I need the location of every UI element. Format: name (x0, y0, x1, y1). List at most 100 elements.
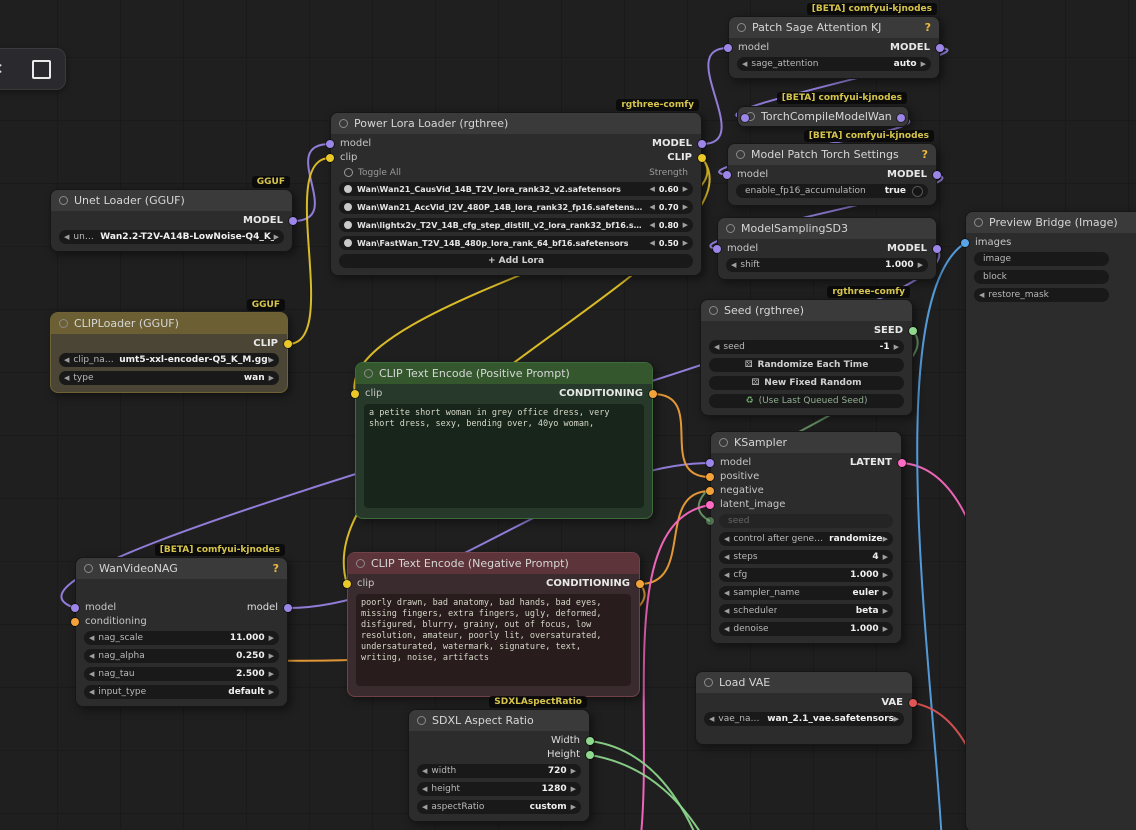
node-canvas[interactable]: ✕ [BETA] comfyui-kjnodes Patch Sage Atten… (0, 0, 1136, 830)
decrement-arrow[interactable]: ◀ (724, 607, 729, 615)
decrement-arrow[interactable]: ◀ (64, 374, 69, 382)
widget-seed[interactable]: ◀ seed -1 ▶ (709, 340, 904, 354)
decrement-arrow[interactable]: ◀ (724, 535, 729, 543)
collapse-dot[interactable] (737, 23, 746, 32)
decrement-arrow[interactable]: ◀ (724, 571, 729, 579)
output-port-model[interactable] (284, 604, 292, 612)
input-port-negative[interactable] (706, 487, 714, 495)
lora-toggle[interactable] (344, 185, 352, 193)
node-titlebar[interactable]: Power Lora Loader (rgthree) (331, 113, 701, 134)
node-titlebar[interactable]: CLIPLoader (GGUF) (51, 313, 287, 334)
node-titlebar[interactable]: CLIP Text Encode (Negative Prompt) (348, 553, 639, 574)
widget-vae-name[interactable]: ◀ vae_name wan_2.1_vae.safetensors ▶ (704, 712, 904, 726)
prompt-textarea[interactable]: poorly drawn, bad anatomy, bad hands, ba… (356, 594, 631, 686)
output-port-clip[interactable] (284, 340, 292, 348)
collapse-dot[interactable] (84, 564, 93, 573)
decrement-arrow[interactable]: ◀ (64, 356, 69, 364)
input-port-model[interactable] (71, 604, 79, 612)
widget-nag-tau[interactable]: ◀ nag_tau 2.500 ▶ (84, 667, 279, 681)
input-port-model[interactable] (741, 114, 749, 122)
node-titlebar[interactable]: SDXL Aspect Ratio (409, 710, 589, 731)
decrement-arrow[interactable]: ◀ (731, 261, 736, 269)
collapse-dot[interactable] (339, 119, 348, 128)
widget-seed[interactable]: seed (706, 514, 893, 528)
add-lora-button[interactable]: + Add Lora (339, 254, 693, 268)
increment-arrow[interactable]: ▶ (883, 589, 888, 597)
output-port-clip[interactable] (698, 154, 706, 162)
increment-arrow[interactable]: ▶ (571, 803, 576, 811)
increment-arrow[interactable]: ▶ (269, 634, 274, 642)
node-titlebar[interactable]: KSampler (711, 432, 901, 453)
node-titlebar[interactable]: Unet Loader (GGUF) (51, 190, 292, 211)
increment-arrow[interactable]: ▶ (683, 185, 688, 193)
increment-arrow[interactable]: ▶ (683, 239, 688, 247)
input-port-clip[interactable] (351, 390, 359, 398)
collapse-dot[interactable] (364, 369, 373, 378)
increment-arrow[interactable]: ▶ (883, 625, 888, 633)
lora-row[interactable]: Wan\Wan21_CausVid_14B_T2V_lora_rank32_v2… (339, 182, 693, 196)
increment-arrow[interactable]: ▶ (883, 571, 888, 579)
node-seed[interactable]: rgthree-comfy Seed (rgthree) SEED ◀ seed -1 ▶ ⚄… (700, 286, 917, 416)
help-icon[interactable]: ? (916, 148, 928, 161)
decrement-arrow[interactable]: ◀ (724, 589, 729, 597)
node-titlebar[interactable]: Model Patch Torch Settings? (728, 144, 936, 165)
output-port-vae[interactable] (909, 699, 917, 707)
decrement-arrow[interactable]: ◀ (422, 767, 427, 775)
node-titlebar[interactable]: TorchCompileModelWan (737, 106, 909, 127)
widget-input-type[interactable]: ◀ input_type default ▶ (84, 685, 279, 699)
increment-arrow[interactable]: ▶ (269, 688, 274, 696)
prompt-textarea[interactable]: a petite short woman in grey office dres… (364, 404, 644, 508)
help-icon[interactable]: ? (919, 21, 931, 34)
output-port-model[interactable] (289, 217, 297, 225)
widget-block[interactable]: block (974, 270, 1109, 284)
output-port-model[interactable] (897, 114, 905, 122)
output-port-model[interactable] (698, 140, 706, 148)
output-port-model[interactable] (936, 44, 944, 52)
decrement-arrow[interactable]: ◀ (89, 688, 94, 696)
decrement-arrow[interactable]: ◀ (649, 203, 654, 211)
output-port-model[interactable] (933, 171, 941, 179)
collapse-dot[interactable] (736, 150, 745, 159)
lora-toggle[interactable] (344, 239, 352, 247)
widget-nag-alpha[interactable]: ◀ nag_alpha 0.250 ▶ (84, 649, 279, 663)
decrement-arrow[interactable]: ◀ (724, 625, 729, 633)
input-port-latent-image[interactable] (706, 501, 714, 509)
decrement-arrow[interactable]: ◀ (714, 343, 719, 351)
decrement-arrow[interactable]: ◀ (64, 233, 69, 241)
increment-arrow[interactable]: ▶ (883, 535, 888, 543)
increment-arrow[interactable]: ▶ (921, 60, 926, 68)
output-port-conditioning[interactable] (649, 390, 657, 398)
selection-toolbox[interactable]: ✕ (0, 48, 66, 90)
increment-arrow[interactable]: ▶ (269, 670, 274, 678)
node-titlebar[interactable]: CLIP Text Encode (Positive Prompt) (356, 363, 652, 384)
node-titlebar[interactable]: ModelSamplingSD3 (718, 218, 936, 239)
node-sdxl-aspect[interactable]: SDXLAspectRatio SDXL Aspect Ratio Width Hei… (408, 696, 594, 822)
input-port-clip[interactable] (343, 580, 351, 588)
node-torch-compile[interactable]: [BETA] comfyui-kjnodes TorchCompileModelW… (737, 92, 909, 129)
node-clip-loader[interactable]: GGUF CLIPLoader (GGUF) CLIP ◀ clip_name umt5-… (50, 299, 292, 393)
output-port-latent[interactable] (898, 459, 906, 467)
widget-denoise[interactable]: ◀ denoise 1.000 ▶ (719, 622, 893, 636)
increment-arrow[interactable]: ▶ (274, 233, 279, 241)
widget-control-after-generate[interactable]: ◀ control after generate randomize ▶ (719, 532, 893, 546)
collapse-dot[interactable] (59, 319, 68, 328)
increment-arrow[interactable]: ▶ (883, 607, 888, 615)
new-fixed-random-button[interactable]: ⚄ New Fixed Random (709, 376, 904, 390)
increment-arrow[interactable]: ▶ (683, 221, 688, 229)
collapse-dot[interactable] (704, 678, 713, 687)
lora-row[interactable]: Wan\FastWan_T2V_14B_480p_lora_rank_64_bf… (339, 236, 693, 250)
node-unet-loader[interactable]: GGUF Unet Loader (GGUF) MODEL ◀ une ...Wan2.… (50, 176, 297, 252)
widget-sage-attention[interactable]: ◀ sage_attention auto ▶ (737, 57, 931, 71)
decrement-arrow[interactable]: ◀ (422, 785, 427, 793)
decrement-arrow[interactable]: ◀ (709, 715, 714, 723)
node-model-patch[interactable]: [BETA] comfyui-kjnodes Model Patch Torch … (723, 130, 941, 206)
node-titlebar[interactable]: Patch Sage Attention KJ? (729, 17, 939, 38)
input-port-clip[interactable] (326, 154, 334, 162)
output-port-model[interactable] (933, 245, 941, 253)
output-port-width[interactable] (586, 737, 594, 745)
widget-scheduler[interactable]: ◀ scheduler beta ▶ (719, 604, 893, 618)
decrement-arrow[interactable]: ◀ (89, 652, 94, 660)
decrement-arrow[interactable]: ◀ (742, 60, 747, 68)
toggle-all-icon[interactable] (344, 168, 353, 177)
collapse-dot[interactable] (356, 559, 365, 568)
